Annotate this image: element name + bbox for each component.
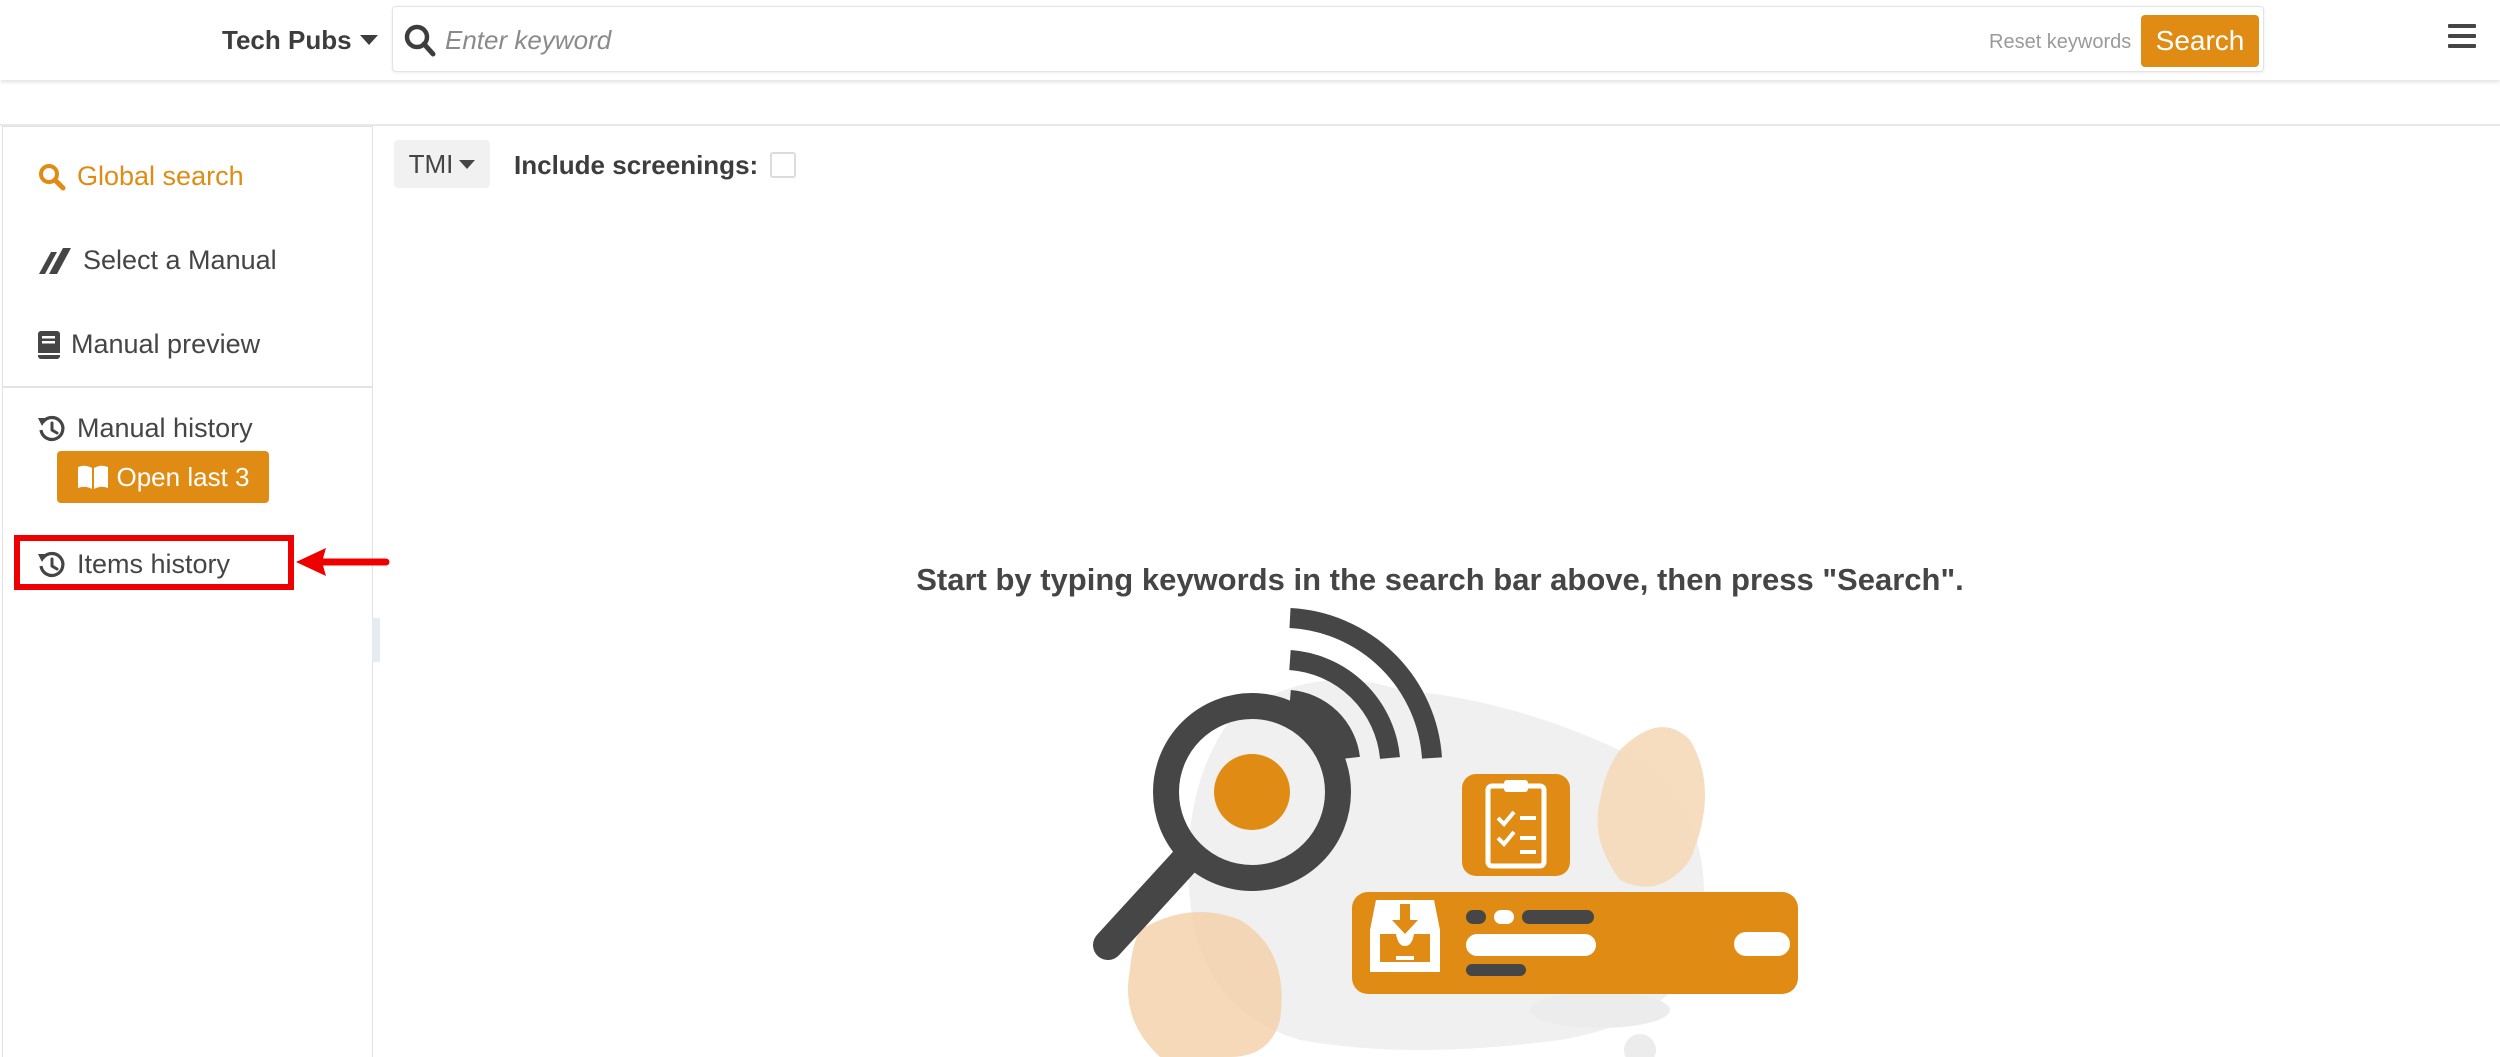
sidebar-item-select-manual[interactable]: Select a Manual — [37, 245, 277, 276]
sidebar-divider — [3, 386, 372, 388]
search-bar: Reset keywords Search — [392, 6, 2264, 72]
search-icon — [39, 163, 66, 190]
tmi-label: TMI — [408, 148, 454, 179]
caret-down-icon — [459, 159, 476, 169]
empty-state-prompt: Start by typing keywords in the search b… — [916, 562, 1964, 597]
open-book-icon — [77, 465, 108, 489]
reset-keywords-link[interactable]: Reset keywords — [1989, 31, 2131, 54]
open-last-3-button[interactable]: Open last 3 — [57, 451, 269, 503]
sidebar-item-label: Manual preview — [71, 329, 261, 359]
sidebar-item-global-search[interactable]: Global search — [37, 161, 244, 192]
search-button[interactable]: Search — [2141, 15, 2259, 67]
annotation-highlight-box — [14, 535, 294, 590]
include-screenings-checkbox[interactable] — [770, 152, 796, 178]
search-illustration — [1093, 608, 1798, 1057]
book-icon — [38, 330, 60, 359]
open-last-label: Open last 3 — [116, 461, 250, 492]
include-screenings-label: Include screenings: — [514, 150, 759, 180]
sidebar-resize-handle[interactable] — [372, 618, 380, 662]
sidebar-item-label: Manual history — [77, 413, 253, 443]
sidebar-item-label: Global search — [77, 161, 244, 191]
top-bar: Tech Pubs Reset keywords Search — [0, 0, 2500, 80]
sidebar-item-label: Select a Manual — [83, 245, 277, 275]
sidebar-item-manual-history[interactable]: Manual history — [37, 413, 253, 444]
caret-down-icon — [359, 35, 378, 45]
hamburger-menu-icon[interactable] — [2448, 24, 2478, 52]
history-icon — [38, 415, 65, 441]
tmi-dropdown[interactable]: TMI — [394, 140, 490, 188]
search-input[interactable] — [445, 17, 1865, 63]
product-name: Tech Pubs — [222, 24, 352, 55]
sidebar: Global search Select a Manual Manual pre… — [2, 126, 373, 1057]
search-icon — [404, 24, 436, 57]
sidebar-item-manual-preview[interactable]: Manual preview — [37, 329, 260, 360]
content-top-border — [0, 124, 2500, 126]
product-dropdown[interactable]: Tech Pubs — [222, 22, 378, 58]
manual-select-icon — [39, 247, 71, 274]
annotation-arrow-icon — [296, 548, 390, 576]
